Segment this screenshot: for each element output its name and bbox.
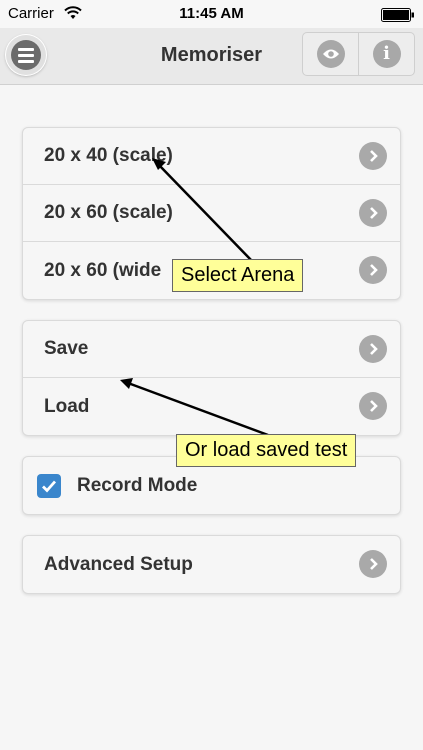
chevron-right-icon [359, 199, 387, 227]
status-bar: Carrier 11:45 AM [0, 0, 423, 28]
select-arena-callout: Select Arena [172, 259, 304, 292]
battery-icon [381, 8, 414, 22]
chevron-right-icon [359, 550, 387, 578]
info-glyph: i [383, 43, 390, 64]
arena-label: 20 x 60 (scale) [44, 202, 173, 223]
arena-label: 20 x 40 (scale) [44, 145, 173, 166]
load-label: Load [44, 395, 90, 417]
info-button[interactable]: i [358, 32, 415, 76]
advanced-setup-label: Advanced Setup [44, 553, 193, 575]
file-list: Save Load [22, 320, 401, 436]
record-mode-label: Record Mode [77, 474, 198, 496]
save-row[interactable]: Save [23, 321, 400, 378]
advanced-setup-row[interactable]: Advanced Setup [23, 536, 400, 593]
load-saved-callout: Or load saved test [176, 434, 357, 467]
status-time: 11:45 AM [179, 5, 244, 22]
checkmark-icon [42, 480, 57, 493]
arena-row-20x40-scale[interactable]: 20 x 40 (scale) [23, 128, 400, 185]
save-label: Save [44, 338, 89, 359]
advanced-setup-group: Advanced Setup [22, 535, 401, 594]
navigation-header: Memoriser i [0, 28, 423, 85]
load-row[interactable]: Load [23, 378, 400, 435]
chevron-right-icon [359, 256, 387, 284]
eye-icon [316, 40, 345, 68]
chevron-right-icon [359, 335, 387, 363]
chevron-right-icon [359, 392, 387, 420]
info-icon: i [372, 40, 401, 68]
arena-row-20x60-scale[interactable]: 20 x 60 (scale) [23, 185, 400, 242]
record-mode-checkbox[interactable] [37, 473, 61, 498]
preview-button[interactable] [302, 32, 359, 76]
chevron-right-icon [359, 142, 387, 170]
arena-label: 20 x 60 (wide [44, 259, 162, 281]
